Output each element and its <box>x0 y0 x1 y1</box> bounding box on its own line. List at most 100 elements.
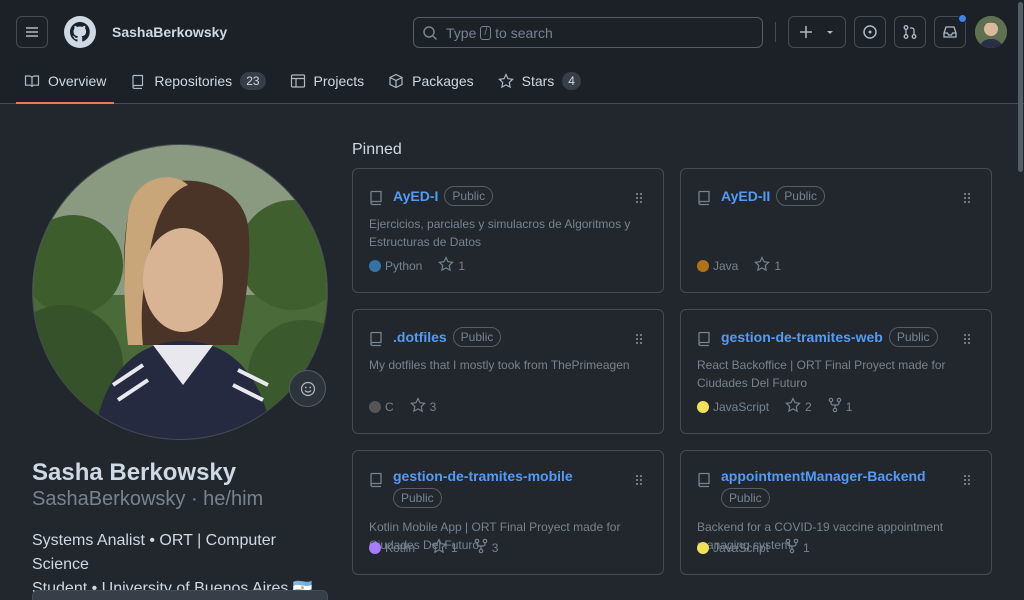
pull-requests-button[interactable] <box>894 16 926 48</box>
tab-label: Overview <box>48 73 107 89</box>
tab-label: Repositories <box>154 73 233 89</box>
stars-count: 3 <box>429 399 437 414</box>
forks-count: 3 <box>491 540 499 555</box>
repo-language: JavaScript <box>697 541 769 555</box>
header-divider <box>775 22 776 42</box>
forks-count: 1 <box>845 399 853 414</box>
header-username[interactable]: SashaBerkowsky <box>112 24 227 40</box>
hamburger-menu-button[interactable] <box>16 16 48 48</box>
repo-stars-link[interactable]: 3 <box>409 397 437 416</box>
repo-meta: C3 <box>369 397 452 416</box>
repo-meta: Java 1 <box>697 256 797 275</box>
edit-profile-button[interactable] <box>32 590 328 600</box>
drag-handle-icon[interactable] <box>635 332 643 348</box>
page-scrollbar[interactable] <box>1016 0 1024 600</box>
fork-icon <box>785 538 803 557</box>
pinned-repo-card: .dotfiles Public My dotfiles that I mostly… <box>352 309 664 434</box>
repo-stars-link[interactable]: 1 <box>431 538 458 557</box>
bio-line: Systems Analist • ORT | Computer Science <box>32 532 276 573</box>
repo-description: My dotfiles that I mostly took from TheP… <box>369 358 630 372</box>
repo-name-link[interactable]: appointmentManager-Backend <box>721 468 926 484</box>
repo-name-link[interactable]: gestion-de-tramites-web <box>721 329 883 345</box>
repo-stars-link[interactable]: 2 <box>785 397 812 416</box>
repo-icon <box>369 472 383 491</box>
tab-count-badge: 23 <box>240 72 266 90</box>
repo-stars-link[interactable]: 1 <box>754 256 781 275</box>
language-label: Python <box>385 258 423 273</box>
repo-meta: JavaScript 1 <box>697 538 826 557</box>
star-icon <box>431 538 451 557</box>
tab-stars[interactable]: Stars 4 <box>490 64 589 98</box>
language-label: JavaScript <box>713 399 770 414</box>
set-status-button[interactable] <box>289 370 326 407</box>
inbox-icon <box>943 26 957 38</box>
create-new-button[interactable] <box>788 16 846 48</box>
language-color-dot <box>369 259 381 272</box>
search-shortcut-key: / <box>480 25 492 40</box>
tab-repositories[interactable]: Repositories 23 <box>122 64 273 98</box>
repo-icon <box>697 331 711 350</box>
language-color-dot <box>697 400 709 413</box>
stars-count: 1 <box>458 258 466 273</box>
tab-label: Projects <box>313 73 365 89</box>
visibility-badge: Public <box>776 186 825 206</box>
profile-avatar[interactable] <box>32 144 328 440</box>
repo-name-link[interactable]: gestion-de-tramites-mobile <box>393 468 573 484</box>
language-color-dot <box>369 541 381 554</box>
repo-meta: Kotlin 1 3 <box>369 538 514 557</box>
tab-overview[interactable]: Overview <box>16 64 115 104</box>
issues-button[interactable] <box>854 16 886 48</box>
repo-forks-link[interactable]: 1 <box>828 397 853 416</box>
scrollbar-thumb[interactable] <box>1018 2 1023 172</box>
repo-language: Java <box>697 259 738 273</box>
repo-name-link[interactable]: AyED-I <box>393 188 438 204</box>
tab-projects[interactable]: Projects <box>282 64 373 98</box>
pinned-repo-card: gestion-de-tramites-mobile Public Kotlin M… <box>352 450 664 575</box>
drag-handle-icon[interactable] <box>963 191 971 207</box>
tab-packages[interactable]: Packages <box>380 64 481 98</box>
github-logo-icon[interactable] <box>64 16 96 48</box>
repo-name-link[interactable]: AyED-II <box>721 188 770 204</box>
drag-handle-icon[interactable] <box>963 332 971 348</box>
chevron-down-icon <box>827 31 833 34</box>
repo-forks-link[interactable]: 3 <box>474 538 499 557</box>
pinned-repo-card: appointmentManager-Backend Public Backend … <box>680 450 992 575</box>
star-icon <box>497 73 514 89</box>
avatar-image <box>975 16 1007 48</box>
repo-meta: JavaScript 2 1 <box>697 397 868 416</box>
global-header: SashaBerkowsky Type / to search Overview <box>0 0 1024 104</box>
repo-stars-link[interactable]: 1 <box>438 256 465 275</box>
language-label: JavaScript <box>713 540 770 555</box>
drag-handle-icon[interactable] <box>635 191 643 207</box>
hamburger-icon <box>26 27 38 37</box>
visibility-badge: Public <box>452 327 502 347</box>
book-icon <box>24 75 40 88</box>
repo-icon <box>697 190 711 209</box>
profile-photo <box>33 145 327 439</box>
repo-name-link[interactable]: .dotfiles <box>393 329 447 345</box>
star-icon <box>409 397 430 416</box>
fork-icon <box>474 538 492 557</box>
repo-icon <box>697 472 711 491</box>
drag-handle-icon[interactable] <box>963 473 971 489</box>
language-label: Java <box>713 258 739 273</box>
search-input[interactable]: Type / to search <box>413 17 763 48</box>
language-color-dot <box>369 400 381 413</box>
tab-count-badge: 4 <box>562 72 581 90</box>
repo-forks-link[interactable]: 1 <box>785 538 810 557</box>
user-avatar[interactable] <box>975 16 1007 48</box>
language-color-dot <box>697 541 709 554</box>
language-label: C <box>385 399 394 414</box>
repo-meta: Python 1 <box>369 256 481 275</box>
language-label: Kotlin <box>385 540 416 555</box>
visibility-badge: Public <box>393 488 442 508</box>
language-color-dot <box>697 259 709 272</box>
visibility-badge: Public <box>444 186 494 206</box>
repo-icon <box>369 190 383 209</box>
fork-icon <box>828 397 846 416</box>
search-placeholder-before: Type <box>446 24 477 41</box>
pinned-heading: Pinned <box>352 141 402 158</box>
drag-handle-icon[interactable] <box>635 473 643 489</box>
pinned-repo-card: gestion-de-tramites-web Public React Backo… <box>680 309 992 434</box>
package-icon <box>389 73 403 89</box>
